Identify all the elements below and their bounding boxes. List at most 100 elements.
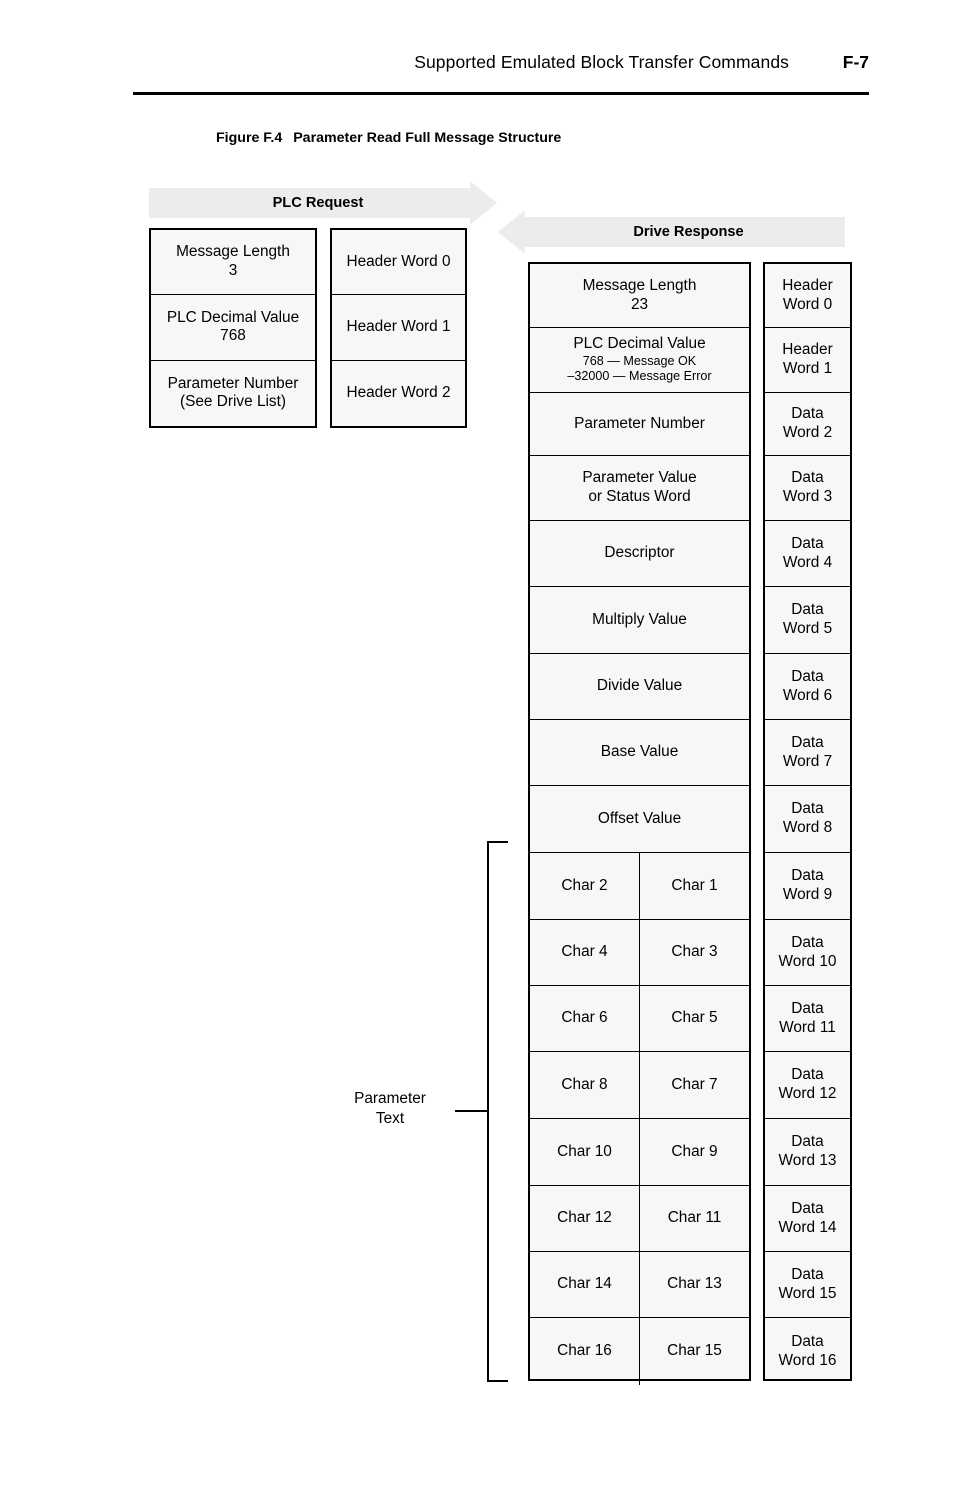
drive-response-char-right: Char 7 [671, 1075, 718, 1093]
drive-response-char-left: Char 10 [530, 1119, 640, 1185]
drive-response-field-cell: Multiply Value [530, 587, 749, 654]
drive-response-word-index: Word 14 [778, 1218, 837, 1236]
drive-response-char-cell: Char 16 Char 15 [530, 1318, 749, 1385]
drive-response-field-table: Message Length 23 PLC Decimal Value 768 — M… [528, 262, 751, 1385]
drive-response-word-index: Word 9 [782, 886, 833, 903]
drive-response-field-title2: or Status Word [588, 488, 691, 505]
drive-response-field-title: Parameter Number [574, 414, 705, 432]
drive-response-field-title: Multiply Value [592, 610, 687, 628]
drive-response-word-kind: Data [791, 1199, 824, 1217]
drive-response-char-right: Char 1 [671, 876, 718, 894]
parameter-text-bracket [487, 841, 508, 1382]
drive-response-word-cell: Data Word 16 [765, 1318, 850, 1385]
drive-response-word-cell: Data Word 11 [765, 986, 850, 1052]
drive-response-field-note-ok: 768 — Message OK [582, 353, 697, 368]
drive-response-word-cell: Data Word 7 [765, 720, 850, 786]
drive-response-char-left: Char 4 [530, 920, 640, 985]
figure-number: Figure F.4 [216, 130, 283, 146]
drive-response-word-kind: Data [791, 1133, 824, 1151]
drive-response-field-cell: Descriptor [530, 521, 749, 587]
drive-response-word-cell: Data Word 3 [765, 456, 850, 521]
drive-response-field-title: Base Value [600, 743, 679, 761]
drive-response-banner: Drive Response [532, 217, 845, 247]
plc-request-word-cell: Header Word 1 [332, 295, 465, 361]
drive-response-word-index: Word 12 [778, 1085, 837, 1102]
plc-request-field-table: Message Length 3 PLC Decimal Value 768 Param… [149, 228, 317, 428]
drive-response-word-index: Word 1 [782, 360, 833, 377]
drive-response-char-right: Char 9 [671, 1142, 718, 1160]
drive-response-field-title: PLC Decimal Value [573, 335, 706, 352]
plc-request-field-title: Parameter Number [167, 374, 299, 392]
drive-response-char-right: Char 15 [667, 1342, 722, 1360]
plc-request-field-cell: Message Length 3 [151, 230, 315, 296]
drive-response-word-index: Word 15 [778, 1284, 837, 1302]
drive-response-field-cell: Base Value [530, 720, 749, 786]
parameter-text-label-line1: Parameter [354, 1090, 426, 1107]
drive-response-word-table: Header Word 0 Header Word 1 Data Word 2 Data Wo… [763, 262, 852, 1381]
plc-request-banner-label: PLC Request [272, 195, 364, 211]
parameter-text-label: Parameter Text [330, 1089, 450, 1129]
drive-response-char-left: Char 8 [530, 1052, 640, 1118]
drive-response-char-cell: Char 2 Char 1 [530, 853, 749, 920]
plc-request-field-value: 768 [220, 327, 246, 345]
drive-response-word-kind: Data [791, 667, 824, 685]
drive-response-word-cell: Header Word 0 [765, 264, 850, 328]
drive-response-field-cell: Parameter Number [530, 393, 749, 456]
drive-response-char-left: Char 12 [530, 1186, 640, 1251]
plc-request-field-cell: PLC Decimal Value 768 [151, 295, 315, 361]
drive-response-word-kind: Data [791, 933, 824, 951]
drive-response-field-value: 23 [630, 295, 649, 313]
drive-response-word-kind: Data [791, 999, 824, 1017]
drive-response-field-note-error: –32000 — Message Error [567, 369, 712, 384]
page-number: F-7 [842, 52, 869, 72]
drive-response-field-cell: PLC Decimal Value 768 — Message OK –32000 … [530, 328, 749, 393]
drive-response-word-cell: Data Word 4 [765, 521, 850, 587]
plc-request-field-title: PLC Decimal Value [166, 308, 300, 326]
drive-response-word-kind: Data [791, 1066, 824, 1084]
drive-response-char-right: Char 3 [671, 943, 718, 961]
plc-request-field-cell: Parameter Number (See Drive List) [151, 361, 315, 426]
drive-response-word-kind: Header [782, 276, 833, 294]
drive-response-field-title: Descriptor [604, 544, 675, 562]
drive-response-word-cell: Data Word 15 [765, 1252, 850, 1318]
drive-response-word-cell: Data Word 6 [765, 654, 850, 720]
parameter-text-label-line2: Text [375, 1110, 405, 1128]
drive-response-char-right: Char 13 [667, 1275, 722, 1293]
drive-response-char-right: Char 5 [671, 1009, 718, 1027]
drive-response-word-cell: Data Word 10 [765, 920, 850, 986]
drive-response-char-left: Char 16 [530, 1318, 640, 1385]
drive-response-word-index: Word 5 [782, 620, 833, 637]
page-title: Supported Emulated Block Transfer Comman… [414, 52, 789, 72]
figure-title: Parameter Read Full Message Structure [293, 130, 562, 146]
figure-caption: Figure F.4 Parameter Read Full Message St… [216, 130, 561, 146]
parameter-text-bracket-stem [455, 1110, 488, 1112]
plc-request-field-title: Message Length [176, 243, 290, 261]
drive-response-field-cell: Divide Value [530, 654, 749, 720]
plc-request-field-value: (See Drive List) [179, 393, 287, 411]
drive-response-word-index: Word 8 [782, 819, 833, 836]
drive-response-word-index: Word 4 [782, 553, 833, 571]
drive-response-word-index: Word 3 [782, 488, 833, 505]
drive-response-word-kind: Data [791, 800, 824, 818]
drive-response-word-cell: Header Word 1 [765, 328, 850, 393]
drive-response-word-index: Word 13 [778, 1152, 837, 1169]
drive-response-word-index: Word 10 [778, 952, 837, 970]
drive-response-word-cell: Data Word 2 [765, 393, 850, 456]
plc-request-banner: PLC Request [149, 188, 487, 218]
drive-response-field-title: Parameter Value [582, 469, 697, 487]
drive-response-char-cell: Char 6 Char 5 [530, 986, 749, 1052]
plc-request-word-cell: Header Word 2 [332, 361, 465, 426]
drive-response-word-index: Word 0 [782, 295, 833, 313]
drive-response-field-cell: Offset Value [530, 786, 749, 853]
drive-response-word-kind: Data [791, 601, 824, 619]
drive-response-char-right: Char 11 [667, 1209, 722, 1227]
drive-response-char-cell: Char 12 Char 11 [530, 1186, 749, 1252]
drive-response-word-kind: Data [791, 405, 824, 423]
plc-request-word-label: Header Word 0 [346, 252, 451, 270]
drive-response-word-index: Word 6 [782, 686, 833, 704]
drive-response-char-left: Char 6 [530, 986, 640, 1051]
drive-response-char-left: Char 2 [530, 853, 640, 919]
drive-response-field-title: Offset Value [597, 809, 682, 827]
drive-response-banner-label: Drive Response [633, 224, 744, 240]
page-header: Supported Emulated Block Transfer Comman… [133, 52, 869, 73]
